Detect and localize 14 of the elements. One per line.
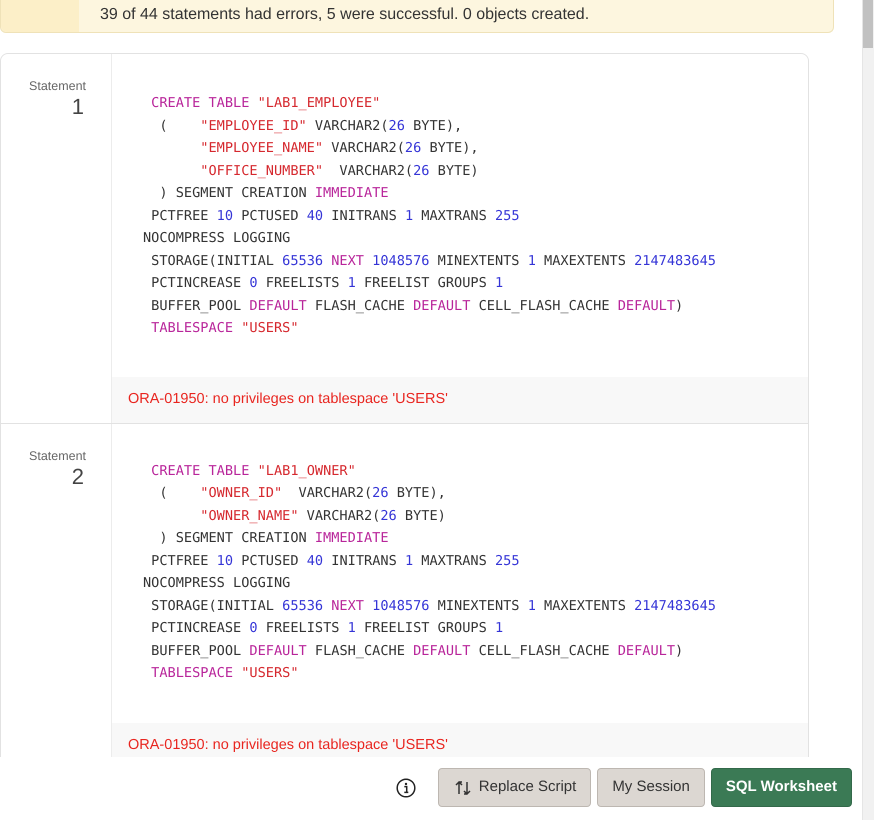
scrollbar-thumb[interactable] [863, 0, 873, 48]
info-icon[interactable] [396, 778, 416, 798]
secondary-button[interactable]: My Session [597, 768, 705, 807]
banner-message: 39 of 44 statements had errors, 5 were successful. 0 objects created. [99, 5, 590, 25]
sql-code: CREATE TABLE "LAB1_OWNER" ( "OWNER_ID" VARCHAR2(26 BYTE), "OWNER_NAME" VARCHAR2(26 BYTE) ) SEGMENT CREATION IMMEDIATE PCTFREE 10 PCTUSED 40 INITRANS 1 MAXTRANS 255 NOCOMPRESS LOGGING STORAGE(INITIAL 65536 NEXT 1048576 MINEXTENTS 1 MAXEXTENTS 2147483645 PCTINCREASE 0 FREELISTS 1 FREELIST GROUPS 1 BUFFER_POOL DEFAULT FLASH_CACHE DEFAULT CELL_FLASH_CACHE DEFAULT) TABLESPACE "USERS" [142, 462, 717, 683]
statement-label: Statement [29, 78, 86, 94]
sql-code: CREATE TABLE "LAB1_EMPLOYEE" ( "EMPLOYEE_ID" VARCHAR2(26 BYTE), "EMPLOYEE_NAME" VARCHAR2(26 BYTE), "OFFICE_NUMBER" VARCHAR2(26 BYTE) ) SEGMENT CREATION IMMEDIATE PCTFREE 10 PCTUSED 40 INITRANS 1 MAXTRANS 255 NOCOMPRESS LOGGING STORAGE(INITIAL 65536 NEXT 1048576 MINEXTENTS 1 MAXEXTENTS 2147483645 PCTINCREASE 0 FREELISTS 1 FREELIST GROUPS 1 BUFFER_POOL DEFAULT FLASH_CACHE DEFAULT CELL_FLASH_CACHE DEFAULT) TABLESPACE "USERS" [142, 94, 717, 338]
statement-number: 1 [72, 94, 85, 120]
primary-button[interactable]: SQL Worksheet [710, 768, 852, 807]
error-message: ORA-01950: no privileges on tablespace 'USERS' [112, 376, 808, 422]
statement-number: 2 [72, 464, 85, 490]
error-message: ORA-01950: no privileges on tablespace 'USERS' [112, 722, 808, 757]
statement-label: Statement [29, 448, 86, 464]
secondary-button[interactable]: Replace Script [438, 768, 592, 807]
